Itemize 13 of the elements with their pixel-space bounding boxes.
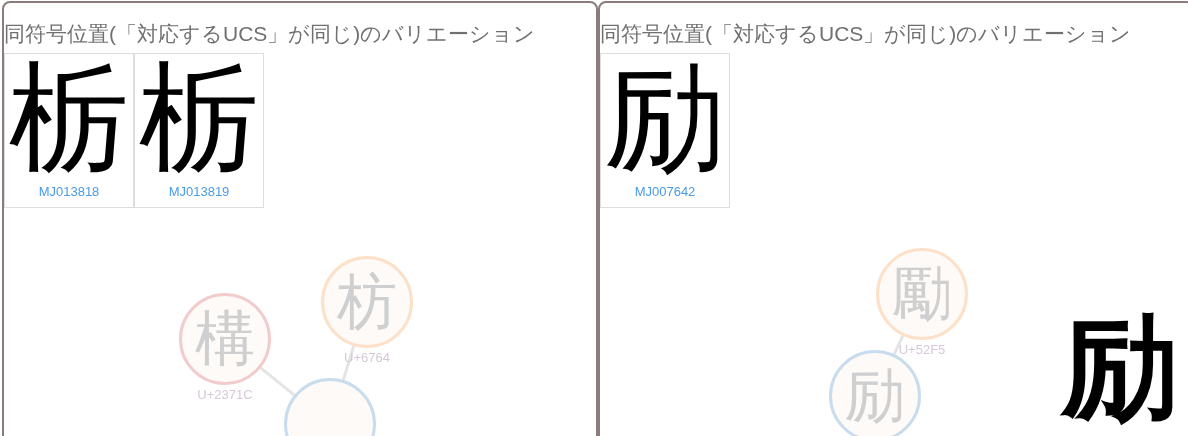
- glyph-code: MJ013818: [38, 184, 100, 200]
- section-title: 同符号位置(「対応するUCS」が同じ)のバリエーション: [600, 21, 1133, 47]
- glyph: 栃: [9, 54, 129, 184]
- section-title: 同符号位置(「対応するUCS」が同じ)のバリエーション: [4, 21, 537, 47]
- glyph-card[interactable]: 栃 MJ013818: [4, 53, 134, 208]
- graph-edge: [259, 366, 296, 397]
- glyph: 励: [605, 54, 725, 184]
- glyph-card[interactable]: 励 MJ007642: [600, 53, 730, 208]
- glyph-code: MJ007642: [634, 184, 696, 200]
- glyph: 栃: [139, 54, 259, 184]
- glyph-code: MJ013819: [168, 184, 230, 200]
- large-glyph: 励: [1062, 308, 1178, 428]
- glyph-card[interactable]: 栃 MJ013819: [134, 53, 264, 208]
